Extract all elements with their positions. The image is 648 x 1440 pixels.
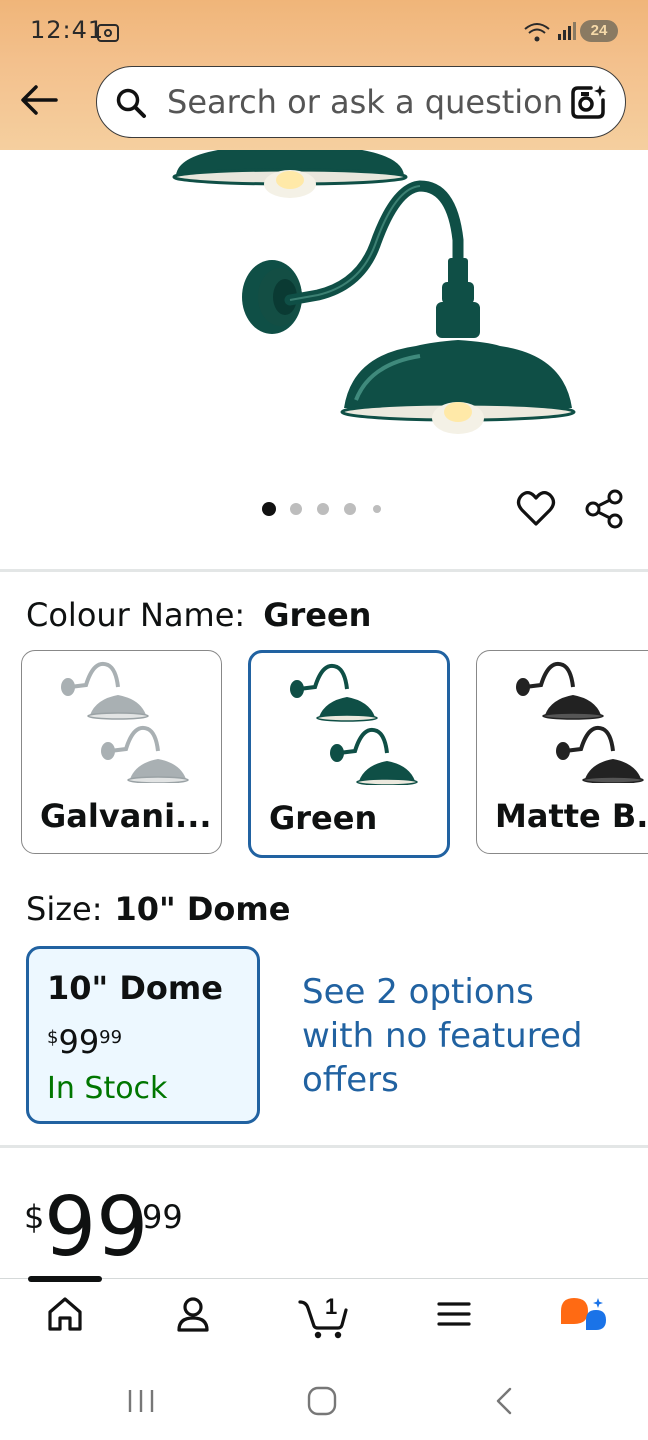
product-image[interactable] bbox=[0, 150, 648, 480]
size-heading: Size: 10" Dome bbox=[26, 890, 290, 928]
search-input[interactable]: Search or ask a question bbox=[167, 83, 563, 121]
size-price-whole: 99 bbox=[58, 1023, 100, 1061]
lamp-thumbnail-green bbox=[290, 664, 418, 785]
status-bar: 12:41 24 bbox=[0, 0, 648, 60]
size-option-title: 10" Dome bbox=[47, 969, 223, 1007]
colour-option-green[interactable]: Green bbox=[248, 650, 450, 858]
home-button-icon[interactable] bbox=[306, 1386, 338, 1416]
recent-apps-icon[interactable] bbox=[126, 1388, 156, 1414]
colour-selected-value: Green bbox=[263, 596, 372, 634]
size-selected-value: 10" Dome bbox=[114, 890, 291, 928]
page-dot[interactable] bbox=[344, 503, 356, 515]
search-bar[interactable]: Search or ask a question bbox=[96, 66, 626, 138]
size-price-symbol: $ bbox=[47, 1027, 59, 1048]
account-icon[interactable] bbox=[174, 1294, 212, 1334]
stock-status: In Stock bbox=[47, 1071, 168, 1106]
cart-icon[interactable]: 1 bbox=[298, 1290, 350, 1340]
size-price-fraction: 99 bbox=[99, 1027, 123, 1048]
active-tab-indicator bbox=[28, 1276, 102, 1282]
colour-option-matte-black[interactable]: Matte B.. bbox=[476, 650, 648, 854]
lamp-thumbnail-galvanized bbox=[61, 662, 189, 783]
back-arrow-icon[interactable] bbox=[18, 82, 60, 118]
screenshot-icon bbox=[97, 24, 119, 42]
colour-option-galvanized[interactable]: Galvani... bbox=[21, 650, 222, 854]
rufus-ai-icon[interactable] bbox=[558, 1296, 608, 1340]
page-dot[interactable] bbox=[290, 503, 302, 515]
menu-icon[interactable] bbox=[436, 1294, 472, 1334]
see-options-link[interactable]: See 2 options with no featured offers bbox=[302, 970, 602, 1102]
colour-label: Colour Name: bbox=[26, 596, 246, 634]
colour-option-label: Galvani... bbox=[40, 797, 212, 835]
page-dot[interactable] bbox=[262, 502, 276, 516]
share-icon[interactable] bbox=[584, 488, 624, 530]
price-whole: 99 bbox=[44, 1180, 149, 1275]
search-icon bbox=[116, 88, 146, 118]
colour-option-label: Green bbox=[269, 799, 378, 837]
page-dot[interactable] bbox=[317, 503, 329, 515]
status-time: 12:41 bbox=[30, 16, 105, 44]
price-symbol: $ bbox=[24, 1198, 45, 1236]
signal-icon bbox=[558, 22, 576, 40]
lamp-thumbnail-matte-black bbox=[516, 662, 644, 783]
battery-indicator: 24 bbox=[580, 20, 618, 42]
size-option-10-dome[interactable]: 10" Dome $9999 In Stock bbox=[26, 946, 260, 1124]
heart-icon[interactable] bbox=[516, 490, 556, 528]
price-fraction: 99 bbox=[142, 1198, 183, 1236]
system-navigation-bar bbox=[0, 1360, 648, 1440]
page-dot[interactable] bbox=[373, 505, 381, 513]
size-option-price: $9999 bbox=[47, 1023, 122, 1061]
colour-heading: Colour Name: Green bbox=[26, 596, 371, 634]
camera-search-icon[interactable] bbox=[569, 83, 607, 121]
cart-count: 1 bbox=[325, 1294, 337, 1319]
section-divider bbox=[0, 569, 648, 572]
colour-option-label: Matte B.. bbox=[495, 797, 648, 835]
system-back-icon[interactable] bbox=[492, 1386, 516, 1416]
wifi-icon bbox=[524, 23, 550, 42]
home-icon[interactable] bbox=[46, 1294, 84, 1334]
size-label: Size: bbox=[26, 890, 103, 928]
section-divider bbox=[0, 1145, 648, 1148]
